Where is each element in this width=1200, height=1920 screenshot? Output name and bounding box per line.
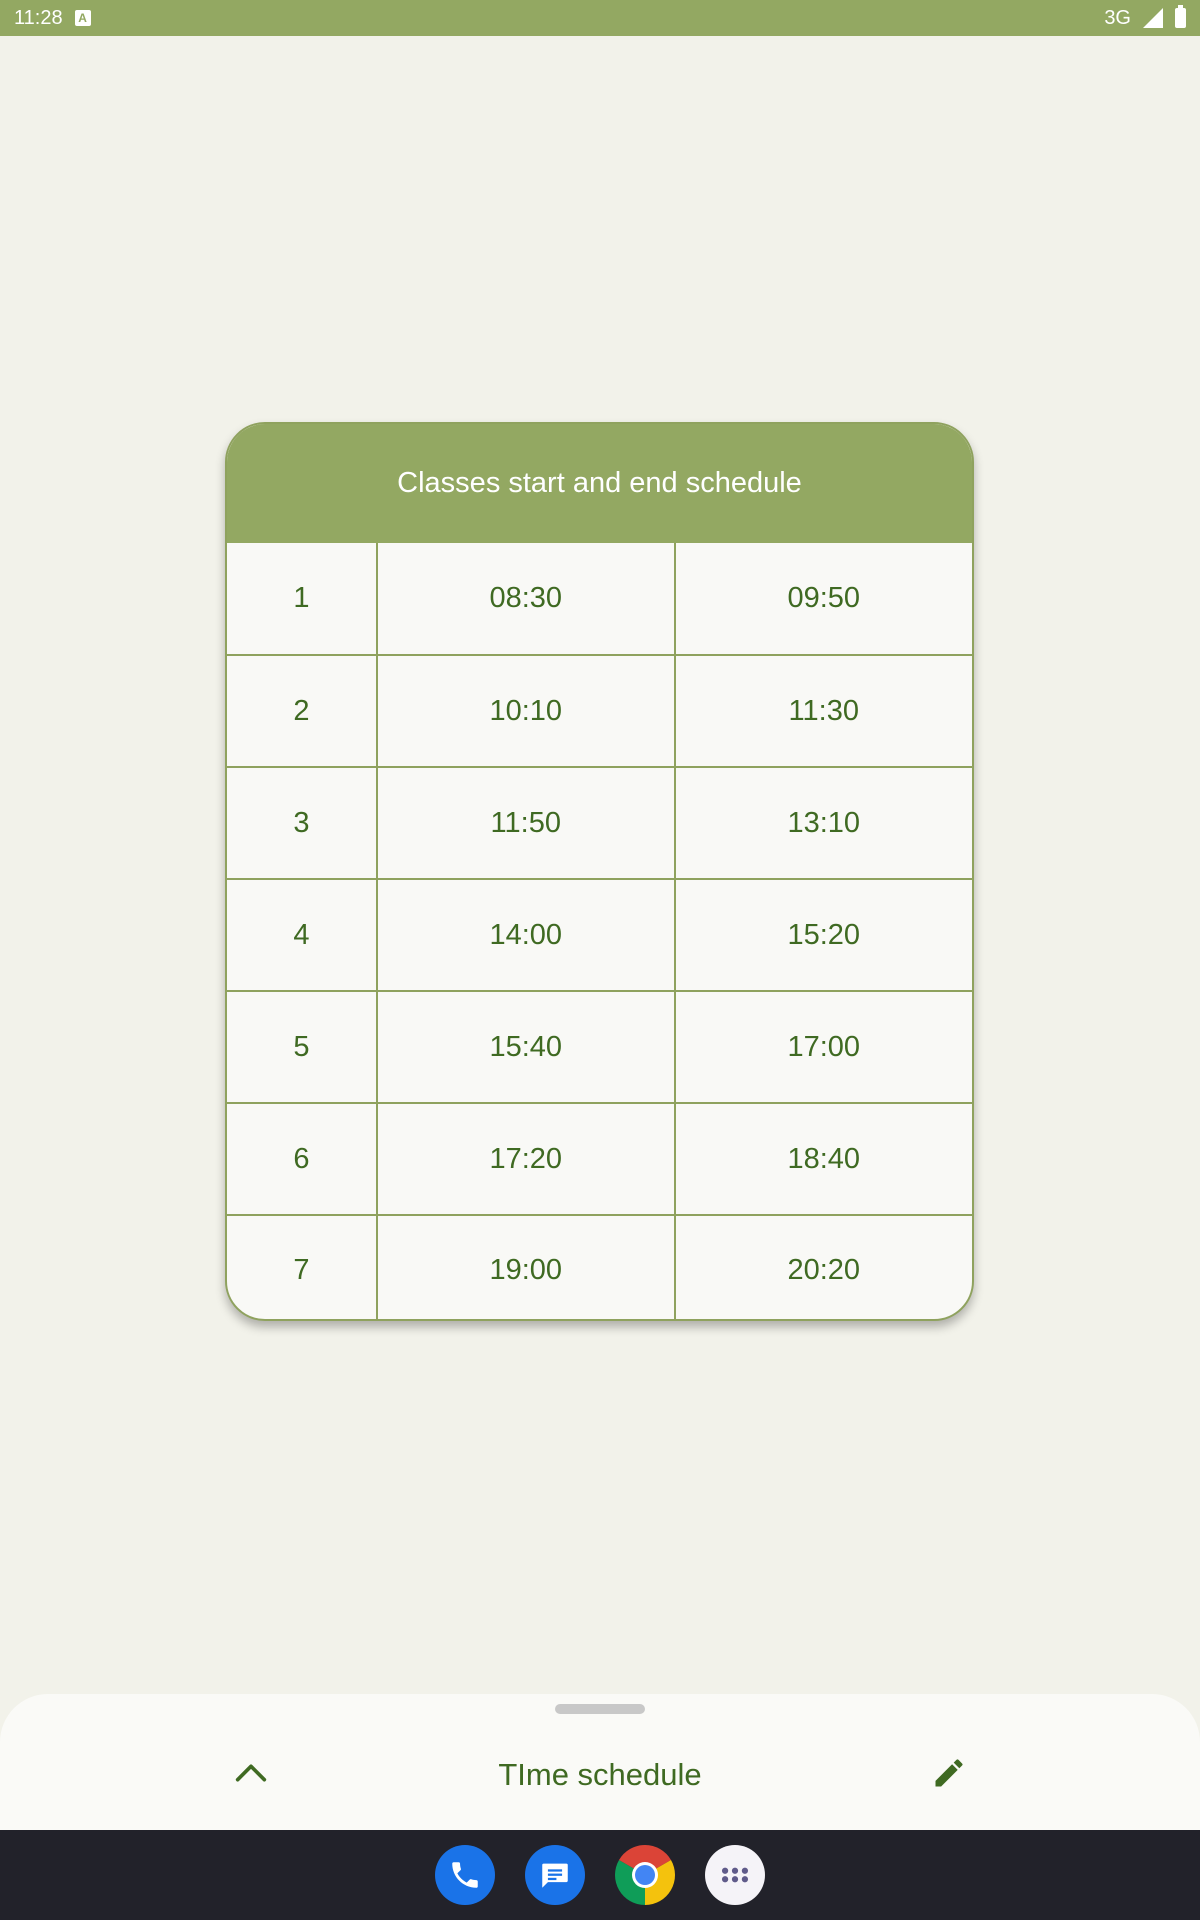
end-time: 18:40 bbox=[673, 1102, 972, 1216]
bottom-sheet-title: TIme schedule bbox=[498, 1757, 702, 1792]
pencil-icon bbox=[935, 1759, 963, 1787]
schedule-table: 1 08:30 09:50 2 10:10 11:30 3 11:50 13:1… bbox=[227, 543, 972, 1319]
battery-icon bbox=[1175, 5, 1186, 28]
start-time: 19:00 bbox=[376, 1214, 676, 1319]
table-row: 4 14:00 15:20 bbox=[227, 878, 972, 992]
chrome-app[interactable] bbox=[615, 1845, 675, 1905]
end-time: 13:10 bbox=[673, 766, 972, 880]
end-time: 15:20 bbox=[673, 878, 972, 992]
table-row: 5 15:40 17:00 bbox=[227, 990, 972, 1104]
messages-app[interactable] bbox=[525, 1845, 585, 1905]
class-number: 2 bbox=[227, 654, 378, 768]
class-number: 4 bbox=[227, 878, 378, 992]
class-number: 7 bbox=[227, 1214, 378, 1319]
app-drawer-icon bbox=[721, 1867, 749, 1883]
start-time: 10:10 bbox=[376, 654, 676, 768]
end-time: 20:20 bbox=[673, 1214, 972, 1319]
status-right: 3G bbox=[1104, 5, 1186, 30]
bottom-sheet-bar: TIme schedule bbox=[0, 1730, 1200, 1820]
table-row: 1 08:30 09:50 bbox=[227, 543, 972, 656]
drag-handle[interactable] bbox=[555, 1704, 645, 1714]
phone-app[interactable] bbox=[435, 1845, 495, 1905]
schedule-card: Classes start and end schedule 1 08:30 0… bbox=[225, 422, 974, 1321]
chrome-icon bbox=[615, 1845, 675, 1905]
end-time: 17:00 bbox=[673, 990, 972, 1104]
signal-icon bbox=[1143, 8, 1163, 28]
table-row: 2 10:10 11:30 bbox=[227, 654, 972, 768]
status-left: 11:28 A bbox=[14, 7, 91, 30]
status-time: 11:28 bbox=[14, 6, 63, 29]
a-icon: A bbox=[74, 10, 91, 26]
start-time: 14:00 bbox=[376, 878, 676, 992]
end-time: 09:50 bbox=[673, 543, 972, 656]
class-number: 6 bbox=[227, 1102, 378, 1216]
class-number: 5 bbox=[227, 990, 378, 1104]
start-time: 17:20 bbox=[376, 1102, 676, 1216]
class-number: 1 bbox=[227, 543, 378, 656]
expand-button[interactable] bbox=[222, 1744, 280, 1802]
nav-bar bbox=[0, 1830, 1200, 1920]
start-time: 11:50 bbox=[376, 766, 676, 880]
status-bar: 11:28 A 3G bbox=[0, 0, 1200, 36]
start-time: 15:40 bbox=[376, 990, 676, 1104]
table-row: 7 19:00 20:20 bbox=[227, 1214, 972, 1319]
edit-button[interactable] bbox=[920, 1744, 978, 1802]
table-row: 6 17:20 18:40 bbox=[227, 1102, 972, 1216]
end-time: 11:30 bbox=[673, 654, 972, 768]
phone-icon bbox=[452, 1862, 478, 1888]
bottom-sheet: TIme schedule bbox=[0, 1694, 1200, 1830]
chevron-up-icon bbox=[235, 1764, 267, 1782]
messages-icon bbox=[542, 1863, 568, 1888]
class-number: 3 bbox=[227, 766, 378, 880]
network-type: 3G bbox=[1104, 6, 1131, 29]
start-time: 08:30 bbox=[376, 543, 676, 656]
table-row: 3 11:50 13:10 bbox=[227, 766, 972, 880]
schedule-title: Classes start and end schedule bbox=[227, 424, 972, 543]
app-drawer[interactable] bbox=[705, 1845, 765, 1905]
